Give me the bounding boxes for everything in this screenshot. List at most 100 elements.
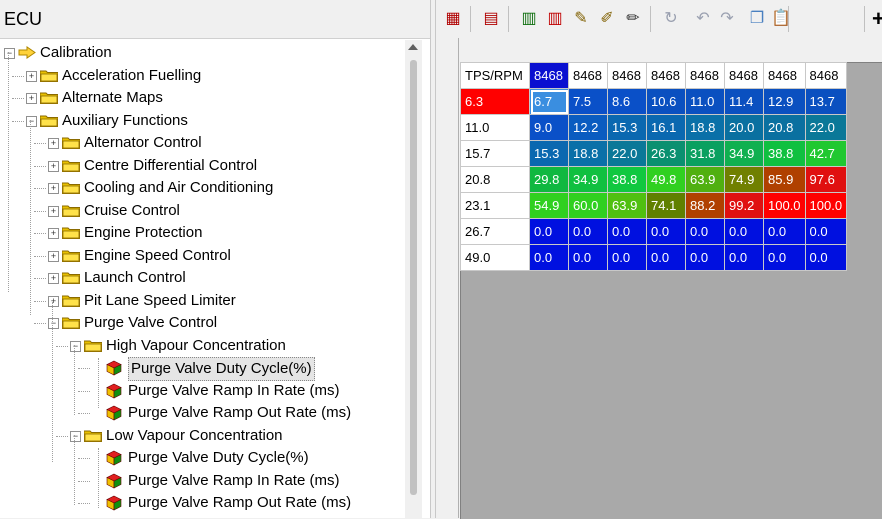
column-header[interactable]: 8468	[724, 62, 764, 89]
scroll-up-icon[interactable]	[408, 44, 418, 50]
row-header[interactable]: 49.0	[460, 244, 530, 271]
table-cell[interactable]: 0.0	[646, 244, 686, 271]
collapse-icon[interactable]: −	[26, 115, 37, 127]
eraser-icon[interactable]: ✏	[622, 8, 644, 30]
copy-icon[interactable]: ❐	[746, 8, 768, 30]
table-cell[interactable]: 8.6	[607, 88, 647, 115]
table-cell[interactable]: 99.2	[724, 192, 764, 219]
table-cell[interactable]: 63.9	[607, 192, 647, 219]
table-cell[interactable]: 38.8	[763, 140, 806, 167]
collapse-icon[interactable]: −	[70, 430, 81, 442]
column-header[interactable]: 8468	[763, 62, 806, 89]
table-cell[interactable]: 60.0	[568, 192, 608, 219]
collapse-icon[interactable]: −	[4, 48, 15, 59]
table-cell[interactable]: 0.0	[646, 218, 686, 245]
undo-icon[interactable]: ↶	[692, 8, 714, 30]
insert-column-icon[interactable]: ▥	[518, 8, 540, 30]
table-cell[interactable]: 0.0	[529, 244, 569, 271]
refresh-icon[interactable]: ↻	[660, 8, 682, 30]
table-cell[interactable]: 12.9	[763, 88, 806, 115]
table-cell[interactable]: 0.0	[685, 244, 725, 271]
table-cell[interactable]: 29.8	[529, 166, 569, 193]
table-cell[interactable]: 42.7	[804, 140, 848, 167]
column-header[interactable]: 8468	[804, 62, 848, 89]
table-cell[interactable]: 0.0	[607, 244, 647, 271]
row-header[interactable]: 20.8	[460, 166, 530, 193]
collapse-icon[interactable]: −	[48, 318, 59, 329]
table-cell[interactable]: 18.8	[685, 114, 725, 141]
table-cell[interactable]: 0.0	[568, 244, 608, 271]
insert-row-icon[interactable]: ▦	[442, 8, 464, 30]
expand-icon[interactable]: +	[48, 228, 59, 239]
row-header[interactable]: 11.0	[460, 114, 530, 141]
table-cell[interactable]: 0.0	[763, 218, 806, 245]
table-cell[interactable]: 11.4	[724, 88, 764, 115]
edit-pencil-icon[interactable]: ✎	[570, 8, 592, 30]
table-cell[interactable]: 18.8	[568, 140, 608, 167]
table-cell[interactable]: 97.6	[804, 166, 848, 193]
table-cell[interactable]: 0.0	[804, 218, 848, 245]
column-header[interactable]: 8468	[529, 62, 569, 89]
table-cell[interactable]: 0.0	[568, 218, 608, 245]
table-cell[interactable]: 15.3	[607, 114, 647, 141]
table-cell[interactable]: 13.7	[804, 88, 848, 115]
table-cell[interactable]: 74.1	[646, 192, 686, 219]
collapse-icon[interactable]: −	[70, 340, 81, 352]
expand-icon[interactable]: +	[48, 250, 59, 262]
table-cell[interactable]: 54.9	[529, 192, 569, 219]
row-header[interactable]: 26.7	[460, 218, 530, 245]
column-header[interactable]: 8468	[685, 62, 725, 89]
table-cell[interactable]: 11.0	[685, 88, 725, 115]
table-cell[interactable]: 0.0	[804, 244, 848, 271]
column-header[interactable]: 8468	[568, 62, 608, 89]
table-cell[interactable]: 74.9	[724, 166, 764, 193]
table-cell[interactable]: 100.0	[763, 192, 806, 219]
table-cell[interactable]: 16.1	[646, 114, 686, 141]
row-header[interactable]: 6.3	[460, 88, 530, 115]
column-header[interactable]: 8468	[607, 62, 647, 89]
expand-icon[interactable]: +	[48, 183, 59, 194]
table-cell[interactable]: 6.7	[529, 88, 569, 115]
table-cell[interactable]: 34.9	[568, 166, 608, 193]
expand-icon[interactable]: +	[48, 205, 59, 217]
table-cell[interactable]: 7.5	[568, 88, 608, 115]
table-cell[interactable]: 31.8	[685, 140, 725, 167]
expand-icon[interactable]: +	[48, 273, 59, 284]
row-header[interactable]: 23.1	[460, 192, 530, 219]
table-cell[interactable]: 0.0	[529, 218, 569, 245]
expand-icon[interactable]: +	[48, 138, 59, 149]
delete-column-icon[interactable]: ▥	[544, 8, 566, 30]
table-cell[interactable]: 49.8	[646, 166, 686, 193]
delete-row-icon[interactable]: ▤	[480, 8, 502, 30]
redo-icon[interactable]: ↷	[716, 8, 738, 30]
expand-icon[interactable]: +	[48, 295, 59, 307]
row-header[interactable]: 15.7	[460, 140, 530, 167]
table-cell[interactable]: 0.0	[724, 244, 764, 271]
table-cell[interactable]: 0.0	[607, 218, 647, 245]
table-cell[interactable]: 38.8	[607, 166, 647, 193]
table-cell[interactable]: 0.0	[724, 218, 764, 245]
table-cell[interactable]: 20.8	[763, 114, 806, 141]
table-cell[interactable]: 12.2	[568, 114, 608, 141]
table-cell[interactable]: 15.3	[529, 140, 569, 167]
table-cell[interactable]: 85.9	[763, 166, 806, 193]
table-cell[interactable]: 0.0	[685, 218, 725, 245]
table-cell[interactable]: 10.6	[646, 88, 686, 115]
table-cell[interactable]: 100.0	[804, 192, 848, 219]
table-cell[interactable]: 9.0	[529, 114, 569, 141]
expand-icon[interactable]: +	[48, 160, 59, 172]
table-cell[interactable]: 26.3	[646, 140, 686, 167]
table-cell[interactable]: 88.2	[685, 192, 725, 219]
table-cell[interactable]: 0.0	[763, 244, 806, 271]
table-cell[interactable]: 22.0	[607, 140, 647, 167]
table-cell[interactable]: 34.9	[724, 140, 764, 167]
scrollbar-thumb[interactable]	[410, 60, 417, 495]
table-cell[interactable]: 22.0	[804, 114, 848, 141]
expand-icon[interactable]: +	[26, 70, 37, 82]
expand-icon[interactable]: +	[26, 93, 37, 104]
column-header[interactable]: 8468	[646, 62, 686, 89]
table-cell[interactable]: 63.9	[685, 166, 725, 193]
add-icon[interactable]: +	[872, 8, 882, 30]
tree-scrollbar[interactable]	[405, 40, 422, 518]
table-cell[interactable]: 20.0	[724, 114, 764, 141]
